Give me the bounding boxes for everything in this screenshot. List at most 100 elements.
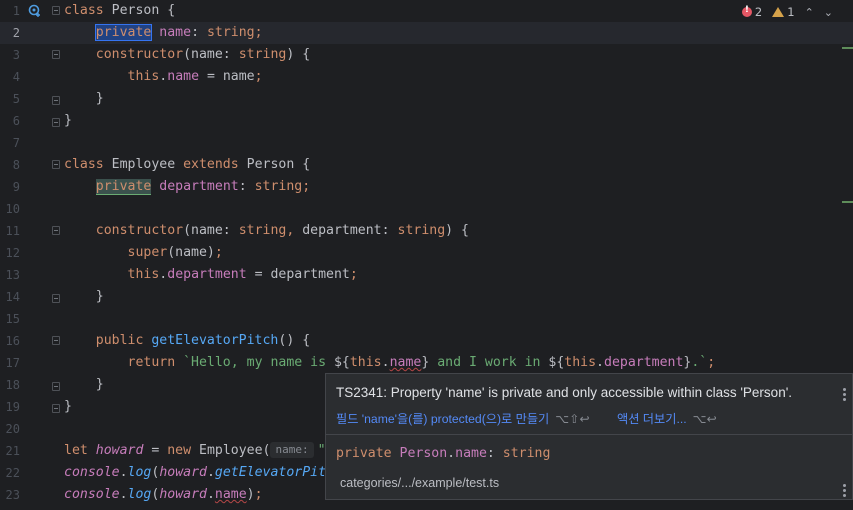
divider (326, 434, 852, 435)
code-line[interactable]: 10 (0, 198, 853, 220)
inspection-status[interactable]: 2 1 ⌃ ⌄ (741, 4, 833, 20)
code-line[interactable]: 4 this.name = name; (0, 66, 853, 88)
code-token: howard (159, 465, 207, 480)
warning-count: 1 (787, 5, 795, 19)
code-text: return `Hello, my name is ${this.name} a… (64, 352, 716, 374)
code-line[interactable]: 14 } (0, 286, 853, 308)
code-line[interactable]: 17 return `Hello, my name is ${this.name… (0, 352, 853, 374)
line-number[interactable]: 5 (0, 88, 20, 110)
code-token: . (206, 465, 215, 480)
file-path[interactable]: categories/.../example/test.ts (340, 476, 499, 490)
code-line[interactable]: 2 private name: string; (0, 22, 853, 44)
error-count: 2 (754, 5, 763, 19)
fold-toggle-icon[interactable] (52, 226, 60, 235)
fold-toggle-icon[interactable] (52, 294, 60, 303)
code-token: console (64, 465, 120, 480)
code-line[interactable]: 6} (0, 110, 853, 132)
code-token: ; (254, 487, 263, 502)
fold-toggle-icon[interactable] (52, 404, 60, 413)
line-number[interactable]: 9 (0, 176, 20, 198)
code-token: } (64, 113, 72, 128)
line-number[interactable]: 19 (0, 396, 20, 418)
code-token: extends (183, 157, 239, 172)
code-text: console.log(howard.name); (64, 484, 263, 506)
line-number[interactable]: 11 (0, 220, 20, 242)
line-number[interactable]: 17 (0, 352, 20, 374)
code-token: log (127, 487, 152, 502)
line-number[interactable]: 8 (0, 154, 20, 176)
code-line[interactable]: 5 } (0, 88, 853, 110)
code-token: } (64, 377, 104, 392)
line-number[interactable]: 2 (0, 22, 20, 44)
code-token: `Hello, my name is (183, 355, 334, 370)
code-token: private (95, 179, 152, 195)
code-token: class (64, 157, 104, 172)
line-number[interactable]: 3 (0, 44, 20, 66)
parameter-hint: name: (270, 442, 314, 458)
error-tooltip-popup: TS2341: Property 'name' is private and o… (325, 373, 853, 500)
change-marker[interactable] (842, 47, 853, 49)
code-line[interactable]: 15 (0, 308, 853, 330)
fold-toggle-icon[interactable] (52, 118, 60, 127)
line-number[interactable]: 23 (0, 484, 20, 506)
line-number[interactable]: 16 (0, 330, 20, 352)
code-line[interactable]: 13 this.department = department; (0, 264, 853, 286)
line-number[interactable]: 1 (0, 0, 20, 22)
line-number[interactable]: 14 (0, 286, 20, 308)
code-token: this (349, 355, 382, 370)
code-token: } (64, 289, 104, 304)
code-token: and I work in (429, 355, 549, 370)
decl-keyword: private (336, 446, 400, 461)
line-number[interactable]: 12 (0, 242, 20, 264)
code-line[interactable]: 1 class Person { (0, 0, 853, 22)
code-line[interactable]: 12 super(name); (0, 242, 853, 264)
code-line[interactable]: 16 public getElevatorPitch() { (0, 330, 853, 352)
code-token: class (64, 3, 104, 18)
fold-toggle-icon[interactable] (52, 160, 60, 169)
decl-dot: . (447, 446, 456, 461)
code-token: Employee( (199, 443, 271, 458)
line-number[interactable]: 20 (0, 418, 20, 440)
code-line[interactable]: 11 constructor(name: string, department:… (0, 220, 853, 242)
line-number[interactable]: 4 (0, 66, 20, 88)
line-number[interactable]: 22 (0, 462, 20, 484)
code-token: : (238, 179, 255, 194)
code-text: constructor(name: string, department: st… (64, 220, 469, 242)
line-number[interactable]: 6 (0, 110, 20, 132)
code-token: ; (254, 25, 263, 40)
chevron-down-icon[interactable]: ⌄ (824, 6, 833, 19)
line-number[interactable]: 10 (0, 198, 20, 220)
code-token: Person { (238, 157, 311, 172)
fold-toggle-icon[interactable] (52, 6, 60, 15)
fold-toggle-icon[interactable] (52, 382, 60, 391)
change-marker[interactable] (842, 201, 853, 203)
code-line[interactable]: 3 constructor(name: string) { (0, 44, 853, 66)
code-text: private department: string; (64, 176, 310, 198)
line-number[interactable]: 15 (0, 308, 20, 330)
line-number[interactable]: 21 (0, 440, 20, 462)
line-number[interactable]: 13 (0, 264, 20, 286)
code-token: constructor (95, 223, 184, 238)
code-token: howard (159, 487, 207, 502)
code-line[interactable]: 7 (0, 132, 853, 154)
more-actions-link[interactable]: 액션 더보기... ⌥↩ (617, 409, 717, 427)
code-line[interactable]: 8 class Employee extends Person { (0, 154, 853, 176)
more-options-icon[interactable] (842, 388, 846, 403)
fold-toggle-icon[interactable] (52, 336, 60, 345)
code-line[interactable]: 9 private department: string; (0, 176, 853, 198)
code-token: string (397, 223, 446, 238)
chevron-up-icon[interactable]: ⌃ (805, 6, 814, 19)
code-token: return (127, 355, 184, 370)
fold-toggle-icon[interactable] (52, 96, 60, 105)
more-options-icon[interactable] (842, 484, 846, 499)
fold-toggle-icon[interactable] (52, 50, 60, 59)
line-number[interactable]: 7 (0, 132, 20, 154)
line-number[interactable]: 18 (0, 374, 20, 396)
quick-fix-link[interactable]: 필드 'name'을(를) protected(으)로 만들기 ⌥⇧↩ (336, 409, 590, 427)
code-token: department (159, 179, 239, 194)
code-token: name (159, 25, 192, 40)
decl-field: name (455, 446, 487, 461)
